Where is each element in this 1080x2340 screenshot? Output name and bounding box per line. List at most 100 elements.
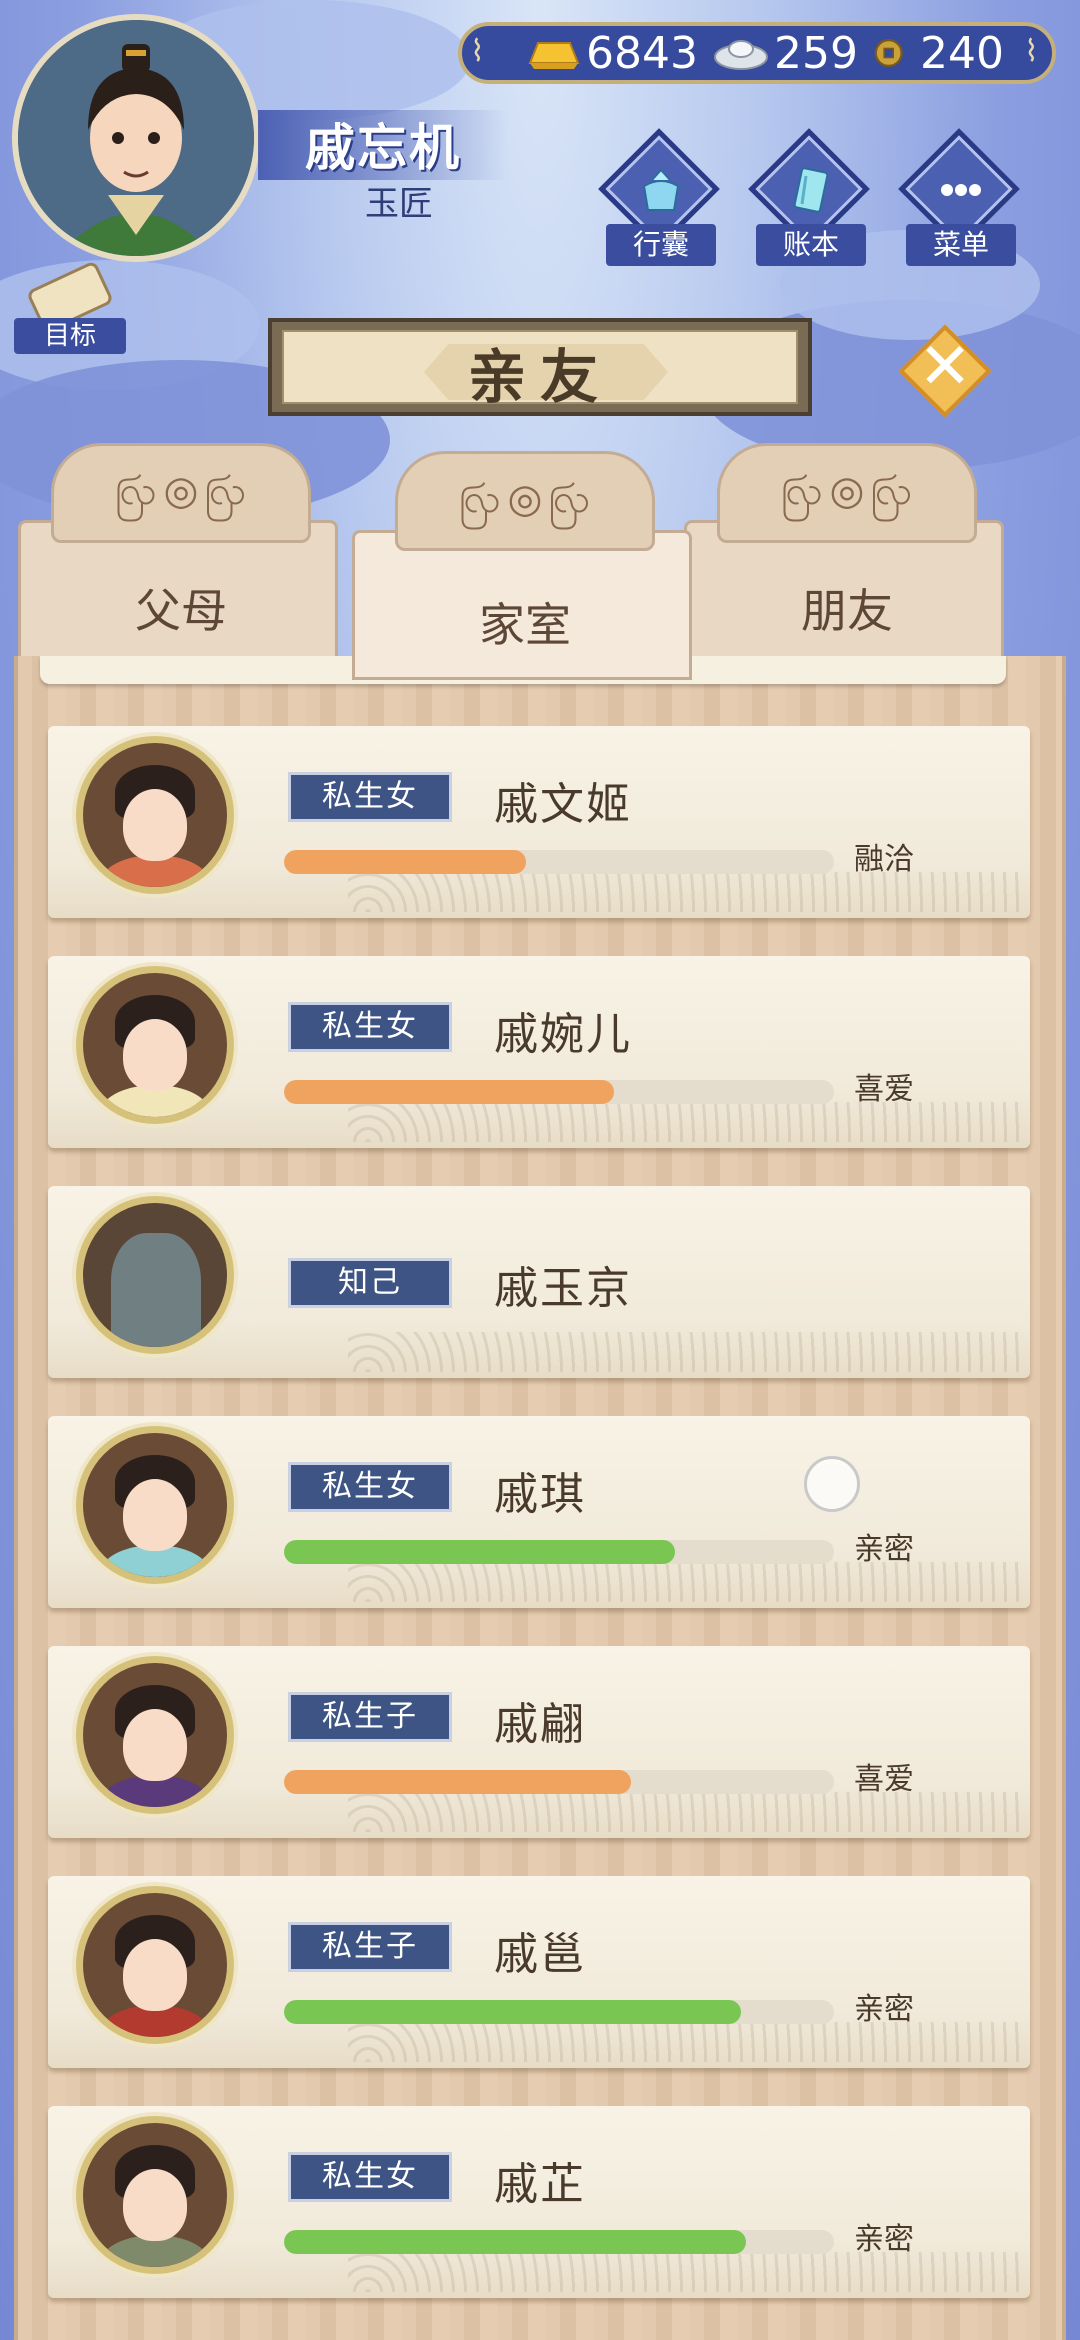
tab-label: 父母 [135, 584, 227, 638]
portrait-face [123, 2169, 187, 2241]
goal-label: 目标 [14, 318, 126, 354]
goal-button[interactable]: 目标 [14, 260, 126, 356]
affinity-status: 喜爱 [854, 1072, 914, 1107]
wave-decoration [348, 2022, 1020, 2062]
affinity-fill [284, 1540, 675, 1564]
gold-counter: 6843 [510, 28, 698, 79]
relative-name: 戚芷 [494, 2159, 586, 2210]
silver-amount: 259 [773, 27, 858, 79]
tab-cloud-decoration: ꩺ◎ꩺ [51, 443, 311, 543]
copper-counter: 240 [858, 28, 1004, 79]
relation-tag: 私生子 [288, 1922, 452, 1972]
affinity-bar [284, 850, 834, 874]
ledger-icon [793, 167, 829, 213]
affinity-status: 亲密 [854, 1532, 914, 1567]
ledger-label: 账本 [756, 224, 866, 266]
swirl-icon: ꩺ◎ꩺ [114, 468, 254, 514]
touch-indicator [804, 1456, 860, 1512]
close-button[interactable]: ✕ [896, 322, 994, 420]
relative-portrait [76, 736, 234, 894]
relative-name: 戚婉儿 [494, 1009, 632, 1060]
relation-tag: 知己 [288, 1258, 452, 1308]
relative-name: 戚玉京 [494, 1263, 632, 1314]
relative-portrait [76, 1656, 234, 1814]
tab-parents[interactable]: ꩺ◎ꩺ 父母 [18, 443, 338, 670]
close-icon: ✕ [918, 330, 972, 404]
relative-card[interactable]: 私生女 戚文姬 融洽 [48, 726, 1030, 918]
affinity-bar [284, 2230, 834, 2254]
wave-decoration [348, 1562, 1020, 1602]
bamboo-icon: ⌇ [1024, 34, 1039, 69]
player-portrait [18, 20, 254, 256]
tombstone-icon [111, 1233, 201, 1347]
relative-card[interactable]: 私生女 戚芷 亲密 [48, 2106, 1030, 2298]
relation-tag: 私生子 [288, 1692, 452, 1742]
wave-decoration [348, 1332, 1020, 1372]
relative-card[interactable]: 私生子 戚邕 亲密 [48, 1876, 1030, 2068]
silver-ingot-icon [713, 40, 768, 70]
more-dots-icon [941, 184, 981, 196]
relative-card[interactable]: 私生女 戚琪 亲密 [48, 1416, 1030, 1608]
player-name: 戚忘机 [305, 119, 461, 177]
menu-button[interactable]: 菜单 [896, 128, 1026, 270]
player-avatar[interactable] [12, 14, 260, 262]
menu-label: 菜单 [906, 224, 1016, 266]
relative-name: 戚琪 [494, 1469, 586, 1520]
relative-portrait [76, 1426, 234, 1584]
affinity-fill [284, 2230, 746, 2254]
tab-family[interactable]: ꩺ◎ꩺ 家室 [352, 451, 692, 680]
relative-name: 戚邕 [494, 1929, 586, 1980]
page-title: 亲友 [467, 343, 612, 411]
affinity-bar [284, 2000, 834, 2024]
bamboo-icon: ⌇ [470, 34, 485, 69]
tab-cloud-decoration: ꩺ◎ꩺ [717, 443, 977, 543]
bundle-icon [642, 168, 680, 211]
relative-card[interactable]: 私生女 戚婉儿 喜爱 [48, 956, 1030, 1148]
affinity-status: 喜爱 [854, 1762, 914, 1797]
gold-ingot-icon [528, 42, 580, 69]
ledger-button[interactable]: 账本 [746, 128, 876, 270]
relative-card[interactable]: 私生子 戚翩 喜爱 [48, 1646, 1030, 1838]
wave-decoration [348, 1792, 1020, 1832]
player-title: 玉匠 [365, 184, 433, 224]
affinity-fill [284, 850, 526, 874]
affinity-bar [284, 1080, 834, 1104]
wave-decoration [348, 2252, 1020, 2292]
affinity-bar [284, 1770, 834, 1794]
copper-coin-icon [874, 38, 903, 68]
bag-button[interactable]: 行囊 [596, 128, 726, 270]
relation-tag: 私生女 [288, 2152, 452, 2202]
affinity-status: 亲密 [854, 1992, 914, 2027]
relation-tag: 私生女 [288, 772, 452, 822]
tab-friends[interactable]: ꩺ◎ꩺ 朋友 [684, 443, 1004, 670]
swirl-icon: ꩺ◎ꩺ [780, 468, 920, 514]
relative-portrait [76, 1196, 234, 1354]
relative-portrait [76, 2116, 234, 2274]
copper-amount: 240 [919, 27, 1004, 79]
affinity-fill [284, 1080, 614, 1104]
relative-name: 戚翩 [494, 1699, 586, 1750]
portrait-face [123, 789, 187, 861]
swirl-icon: ꩺ◎ꩺ [458, 476, 598, 522]
silver-counter: 259 [698, 28, 858, 79]
gold-amount: 6843 [586, 27, 698, 79]
affinity-bar [284, 1540, 834, 1564]
affinity-status: 融洽 [854, 842, 914, 877]
portrait-face [123, 1939, 187, 2011]
bag-label: 行囊 [606, 224, 716, 266]
affinity-status: 亲密 [854, 2222, 914, 2257]
currency-bar: ⌇ 6843 259 240 ⌇ [458, 22, 1056, 84]
relative-card[interactable]: 知己 戚玉京 [48, 1186, 1030, 1378]
portrait-face [123, 1709, 187, 1781]
relation-tag: 私生女 [288, 1002, 452, 1052]
relative-portrait [76, 966, 234, 1124]
title-banner: 亲友 [268, 318, 812, 416]
affinity-fill [284, 2000, 741, 2024]
tab-label: 家室 [479, 598, 571, 652]
tab-label: 朋友 [801, 584, 893, 638]
relation-tag: 私生女 [288, 1462, 452, 1512]
wave-decoration [348, 1102, 1020, 1142]
portrait-face [123, 1479, 187, 1551]
tab-cloud-decoration: ꩺ◎ꩺ [395, 451, 655, 551]
affinity-fill [284, 1770, 631, 1794]
